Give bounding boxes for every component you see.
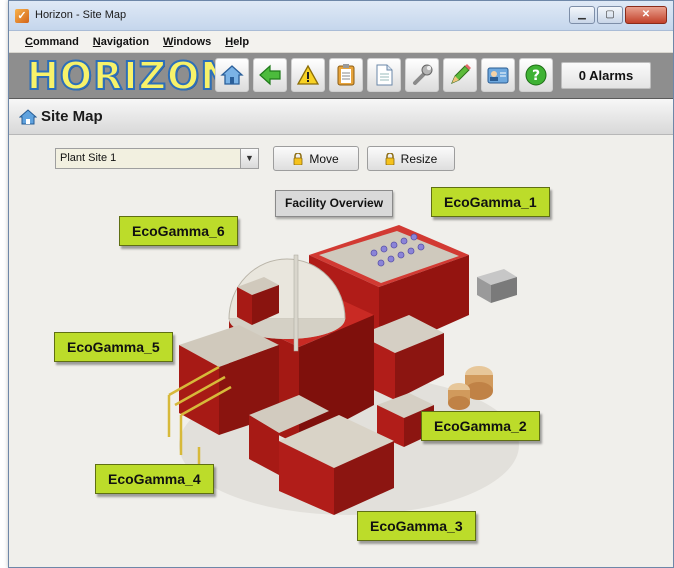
tag-ecogamma-5[interactable]: EcoGamma_5 [54,332,173,362]
document-icon [376,64,393,86]
pencil-icon [451,64,471,84]
site-map-home-icon [19,109,37,125]
plant-rendering [167,225,519,515]
app-window: ✓ Horizon - Site Map ▁ ▢ ✕ Command Navig… [8,0,674,568]
wrench-button[interactable] [405,58,439,92]
warning-button[interactable] [291,58,325,92]
horizon-logo: HORIZON [26,54,234,98]
menu-command[interactable]: Command [25,36,79,48]
wrench-icon [413,64,433,85]
back-arrow-icon [259,64,281,86]
toolbar: HORIZON ? 0 Alarms [9,53,673,99]
clipboard-button[interactable] [329,58,363,92]
window-controls: ▁ ▢ ✕ [569,6,667,24]
facility-overview-button[interactable]: Facility Overview [275,190,394,217]
svg-text:?: ? [532,68,540,84]
user-card-icon [487,67,509,84]
clipboard-icon [337,64,355,86]
menu-windows[interactable]: Windows [163,36,211,48]
window-title: Horizon - Site Map [35,9,127,21]
move-button-label: Move [309,151,339,166]
alarms-button[interactable]: 0 Alarms [561,62,651,89]
site-select[interactable]: Plant Site 1 ▼ [55,148,259,169]
document-button[interactable] [367,58,401,92]
page-title: Site Map [41,108,103,125]
user-card-button[interactable] [481,58,515,92]
menu-navigation[interactable]: Navigation [93,36,149,48]
close-button[interactable]: ✕ [625,6,667,24]
title-bar[interactable]: ✓ Horizon - Site Map ▁ ▢ ✕ [9,1,673,31]
resize-button-label: Resize [400,151,438,166]
home-icon [220,65,244,85]
tag-ecogamma-2[interactable]: EcoGamma_2 [421,411,540,441]
help-icon: ? [525,64,547,86]
page-header: Site Map [9,99,673,135]
pencil-button[interactable] [443,58,477,92]
resize-button[interactable]: Resize [367,146,455,171]
move-button[interactable]: Move [273,146,359,171]
help-button[interactable]: ? [519,58,553,92]
tag-ecogamma-1[interactable]: EcoGamma_1 [431,187,550,217]
home-button[interactable] [215,58,249,92]
lock-icon [385,152,395,165]
warning-icon [296,64,320,85]
app-icon: ✓ [15,9,29,23]
tag-ecogamma-3[interactable]: EcoGamma_3 [357,511,476,541]
tag-ecogamma-6[interactable]: EcoGamma_6 [119,216,238,246]
tag-ecogamma-4[interactable]: EcoGamma_4 [95,464,214,494]
site-select-value: Plant Site 1 [60,152,117,164]
back-button[interactable] [253,58,287,92]
menu-help[interactable]: Help [225,36,249,48]
maximize-button[interactable]: ▢ [597,6,623,24]
minimize-button[interactable]: ▁ [569,6,595,24]
menu-bar: Command Navigation Windows Help [9,31,673,53]
chevron-down-icon[interactable]: ▼ [240,149,258,168]
lock-icon [293,152,303,165]
